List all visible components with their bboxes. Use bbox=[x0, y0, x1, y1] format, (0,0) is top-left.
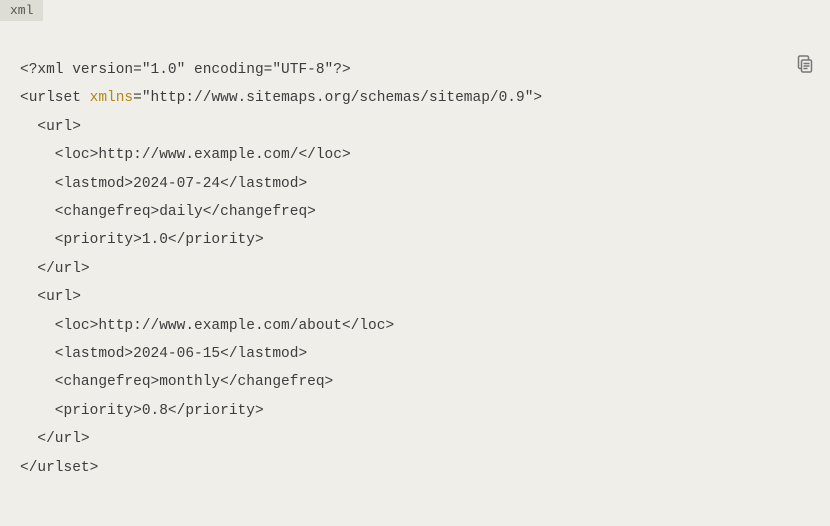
code-line: <priority>0.8</priority> bbox=[20, 403, 264, 419]
code-line: <lastmod>2024-07-24</lastmod> bbox=[20, 176, 307, 192]
code-line: <url> bbox=[20, 289, 81, 305]
code-line: <changefreq>monthly</changefreq> bbox=[20, 374, 333, 390]
code-line: <urlset xmlns="http://www.sitemaps.org/s… bbox=[20, 90, 542, 106]
code-line: <loc>http://www.example.com/about</loc> bbox=[20, 318, 394, 334]
code-block: <?xml version="1.0" encoding="UTF-8"?> <… bbox=[0, 0, 830, 502]
code-line: </urlset> bbox=[20, 460, 98, 476]
copy-icon[interactable] bbox=[797, 55, 813, 73]
code-line: </url> bbox=[20, 431, 90, 447]
code-line: <?xml version="1.0" encoding="UTF-8"?> bbox=[20, 62, 351, 78]
language-label: xml bbox=[0, 0, 43, 21]
code-line: <lastmod>2024-06-15</lastmod> bbox=[20, 346, 307, 362]
code-line: <changefreq>daily</changefreq> bbox=[20, 204, 316, 220]
code-line: </url> bbox=[20, 261, 90, 277]
code-line: <url> bbox=[20, 119, 81, 135]
code-line: <priority>1.0</priority> bbox=[20, 232, 264, 248]
code-line: <loc>http://www.example.com/</loc> bbox=[20, 147, 351, 163]
